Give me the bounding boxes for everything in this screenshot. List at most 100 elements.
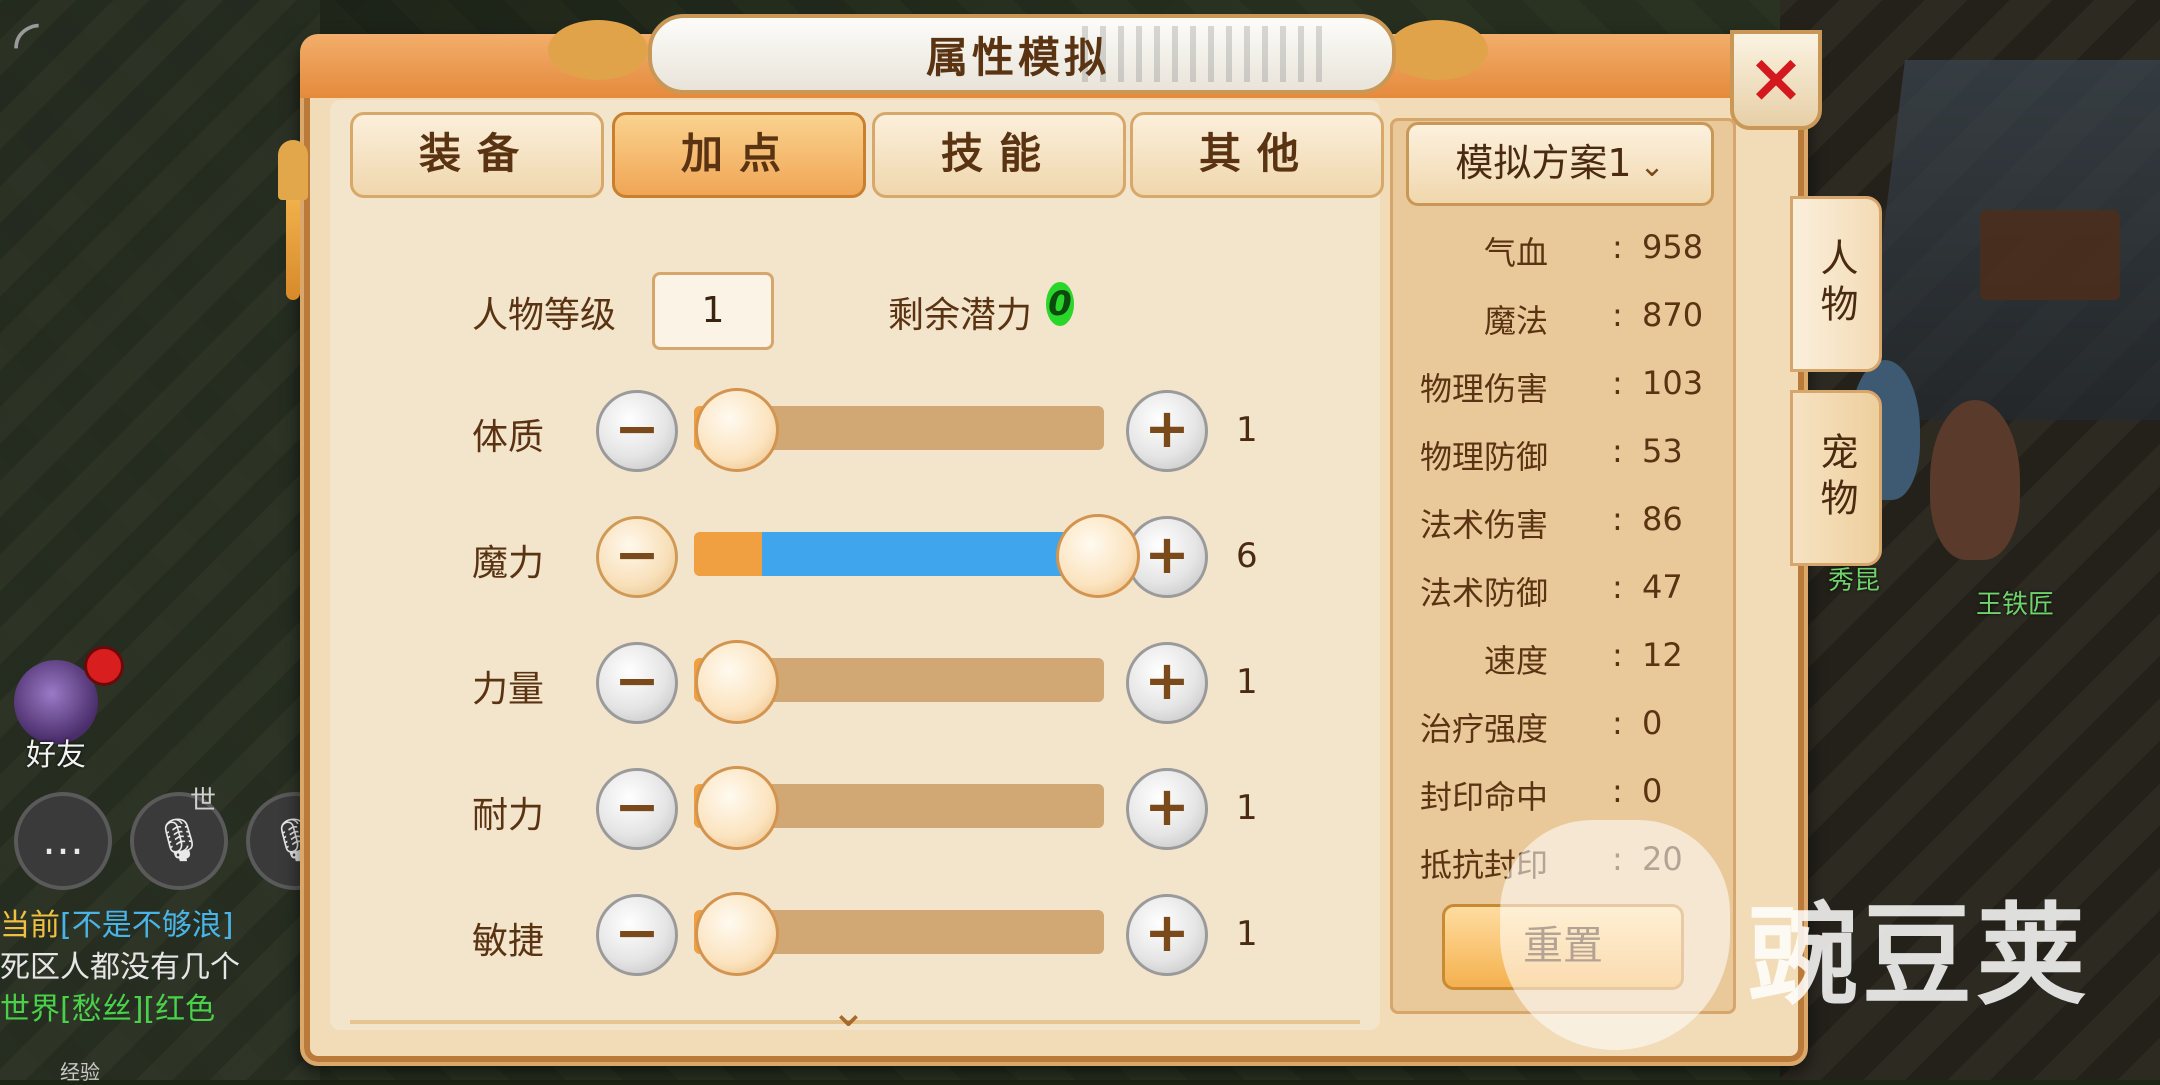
title-ornament-left xyxy=(548,20,648,80)
stat-separator: : xyxy=(1612,772,1623,810)
stat-value: 958 xyxy=(1642,228,1704,266)
stat-value: 0 xyxy=(1642,772,1663,810)
stat-name: 封印命中 xyxy=(1419,778,1548,816)
stat-value: 0 xyxy=(1642,704,1663,742)
chat-text: [不是不够浪] xyxy=(60,908,234,943)
stat-separator: : xyxy=(1612,636,1623,674)
chat-line: 死区人都没有几个 xyxy=(0,947,310,989)
slider-knob[interactable] xyxy=(695,892,779,976)
stat-row: 法术伤害:86 xyxy=(1400,500,1700,550)
stat-separator: : xyxy=(1612,568,1623,606)
scheme-dropdown[interactable]: 模拟方案1 ⌄ xyxy=(1406,122,1714,206)
exp-label: 经验 xyxy=(60,1060,100,1084)
level-input[interactable]: 1 xyxy=(652,272,774,350)
chat-line: 世界[愁丝][红色 xyxy=(0,989,310,1031)
scheme-label: 模拟方案1 xyxy=(1455,141,1632,185)
plus-button[interactable]: + xyxy=(1126,894,1208,976)
back-icon[interactable]: ◜ xyxy=(14,12,70,76)
attribute-value: 1 xyxy=(1236,788,1258,828)
chevron-down-icon: ⌄ xyxy=(1639,149,1665,184)
attribute-slider-track[interactable] xyxy=(694,532,1104,576)
plus-button[interactable]: + xyxy=(1126,642,1208,724)
attribute-name: 敏捷 xyxy=(472,921,545,962)
stat-name: 速度 xyxy=(1483,642,1548,680)
close-button[interactable]: × xyxy=(1730,30,1822,130)
stat-value: 12 xyxy=(1642,636,1683,674)
chat-log[interactable]: 当前[不是不够浪] 死区人都没有几个 世界[愁丝][红色 xyxy=(0,905,310,1031)
slider-knob[interactable] xyxy=(1056,514,1140,598)
chat-channel: 当前 xyxy=(0,908,60,943)
slider-knob[interactable] xyxy=(695,766,779,850)
attribute-value: 1 xyxy=(1236,662,1258,702)
side-tab-character[interactable]: 人物 xyxy=(1790,196,1882,372)
tab-equipment[interactable]: 装备 xyxy=(350,112,604,198)
minus-button[interactable]: − xyxy=(596,390,678,472)
stat-separator: : xyxy=(1612,704,1623,742)
npc-name-label: 王铁匠 xyxy=(1976,590,2055,620)
watermark-text: 豌豆荚 xyxy=(1748,892,2090,1020)
stat-name: 物理防御 xyxy=(1419,438,1548,476)
stat-row: 物理防御:53 xyxy=(1400,432,1700,482)
plus-button[interactable]: + xyxy=(1126,768,1208,850)
chat-text: [愁丝][红色 xyxy=(60,992,216,1027)
stat-row: 物理伤害:103 xyxy=(1400,364,1704,414)
stat-row: 气血:958 xyxy=(1400,228,1704,278)
npc-character[interactable] xyxy=(1930,400,2020,560)
stat-name: 魔法 xyxy=(1483,302,1548,340)
stat-name: 物理伤害 xyxy=(1419,370,1548,408)
attribute-name: 耐力 xyxy=(472,795,545,836)
potential-label: 剩余潜力 xyxy=(888,295,1033,336)
stat-row: 法术防御:47 xyxy=(1400,568,1700,618)
stat-value: 870 xyxy=(1642,296,1704,334)
stat-name: 治疗强度 xyxy=(1419,710,1548,748)
stat-value: 47 xyxy=(1642,568,1683,606)
market-stall xyxy=(1980,210,2120,300)
stat-name: 法术防御 xyxy=(1419,574,1548,612)
tab-other[interactable]: 其他 xyxy=(1130,112,1384,198)
tab-skills[interactable]: 技能 xyxy=(872,112,1126,198)
minus-button[interactable]: − xyxy=(596,894,678,976)
minus-button[interactable]: − xyxy=(596,516,678,598)
title-ornament-right xyxy=(1388,20,1488,80)
stat-value: 86 xyxy=(1642,500,1683,538)
chat-text: 死区人都没有几个 xyxy=(0,950,240,985)
friend-label: 好友 xyxy=(26,738,86,773)
minus-button[interactable]: − xyxy=(596,642,678,724)
stat-row: 速度:12 xyxy=(1400,636,1700,686)
stat-row: 魔法:870 xyxy=(1400,296,1704,346)
tab-add-points[interactable]: 加点 xyxy=(612,112,866,198)
dialog-title: 属性模拟 xyxy=(925,33,1110,82)
stat-separator: : xyxy=(1612,500,1623,538)
notification-dot xyxy=(84,646,124,686)
watermark-logo-icon xyxy=(1500,820,1730,1050)
slider-knob[interactable] xyxy=(695,640,779,724)
stat-separator: : xyxy=(1612,432,1623,470)
stat-row: 封印命中:0 xyxy=(1400,772,1700,822)
stat-name: 法术伤害 xyxy=(1419,506,1548,544)
attribute-name: 体质 xyxy=(472,417,545,458)
chevron-down-icon[interactable]: ⌄ xyxy=(830,986,867,1037)
attribute-value: 1 xyxy=(1236,914,1258,954)
stat-value: 53 xyxy=(1642,432,1683,470)
attribute-value: 1 xyxy=(1236,410,1258,450)
stat-value: 103 xyxy=(1642,364,1704,402)
chat-bubble-icon[interactable]: … xyxy=(14,792,112,890)
stat-separator: : xyxy=(1612,296,1623,334)
chat-line: 当前[不是不够浪] xyxy=(0,905,310,947)
attribute-name: 魔力 xyxy=(472,543,545,584)
stat-name: 气血 xyxy=(1483,234,1548,272)
stat-separator: : xyxy=(1612,228,1623,266)
level-label: 人物等级 xyxy=(472,295,617,336)
minus-button[interactable]: − xyxy=(596,768,678,850)
plus-button[interactable]: + xyxy=(1126,390,1208,472)
attribute-value: 6 xyxy=(1236,536,1258,576)
side-tab-pet[interactable]: 宠物 xyxy=(1790,390,1882,566)
chat-channel: 世界 xyxy=(0,992,60,1027)
stat-separator: : xyxy=(1612,364,1623,402)
bell-pendant-decoration xyxy=(278,60,308,320)
potential-value: 0 xyxy=(1046,282,1074,326)
attribute-name: 力量 xyxy=(472,669,545,710)
world-channel-tag: 世 xyxy=(190,786,217,816)
stat-row: 治疗强度:0 xyxy=(1400,704,1700,754)
slider-knob[interactable] xyxy=(695,388,779,472)
